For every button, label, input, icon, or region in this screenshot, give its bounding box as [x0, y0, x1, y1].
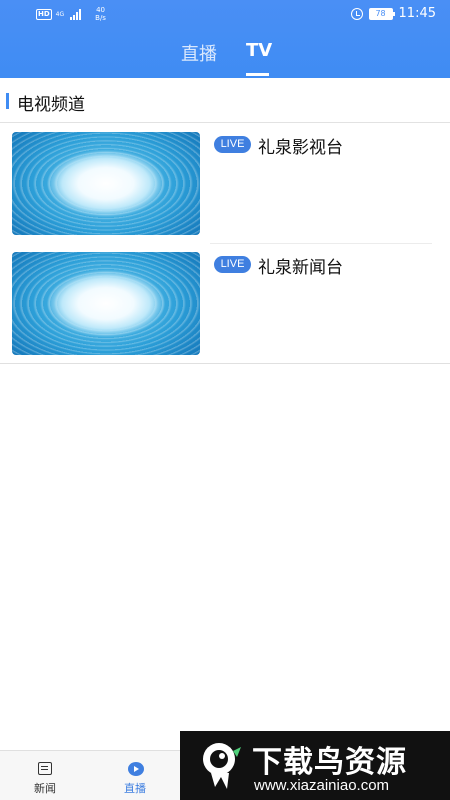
network-speed-value: 40 — [96, 6, 105, 14]
network-speed-unit: B/s — [95, 14, 106, 22]
nav-item-news[interactable]: 新闻 — [0, 751, 90, 800]
section-title: 电视频道 — [17, 95, 85, 115]
channel-item[interactable]: LIVE 礼泉新闻台 — [0, 244, 450, 364]
channel-name[interactable]: 礼泉影视台 — [258, 133, 343, 158]
news-icon — [38, 762, 52, 776]
bird-logo-icon — [203, 743, 241, 789]
nav-item-live[interactable]: 直播 — [90, 751, 180, 800]
channel-name[interactable]: 礼泉新闻台 — [258, 253, 343, 278]
signal-icon — [70, 8, 82, 20]
alarm-icon — [350, 7, 363, 20]
clock: 11:45 — [398, 6, 436, 21]
top-header: HD 4G 40 B/s 78 11:45 直播 TV — [0, 0, 450, 78]
status-left: HD 4G 40 B/s — [36, 6, 106, 22]
tab-tv[interactable]: TV — [246, 40, 272, 61]
tab-live[interactable]: 直播 — [181, 40, 217, 66]
top-tabs: 直播 TV — [0, 40, 450, 78]
active-tab-indicator — [246, 73, 269, 76]
network-speed: 40 B/s — [95, 6, 106, 22]
hd-badge: HD — [36, 8, 52, 20]
channel-thumbnail[interactable] — [12, 252, 200, 355]
nav-label: 直播 — [124, 782, 146, 795]
section-accent-bar — [6, 93, 9, 109]
watermark: 下载鸟资源 www.xiazainiao.com — [180, 731, 450, 800]
live-badge: LIVE — [214, 136, 251, 153]
nav-label: 新闻 — [34, 782, 56, 795]
channel-item[interactable]: LIVE 礼泉影视台 — [0, 124, 450, 244]
watermark-url: www.xiazainiao.com — [254, 777, 390, 794]
network-type: 4G — [55, 10, 65, 18]
status-bar: HD 4G 40 B/s 78 11:45 — [0, 0, 450, 28]
live-badge: LIVE — [214, 256, 251, 273]
play-icon — [128, 762, 144, 776]
status-right: 78 11:45 — [350, 6, 436, 21]
channel-thumbnail[interactable] — [12, 132, 200, 235]
watermark-title: 下载鸟资源 — [252, 745, 407, 780]
battery-icon: 78 — [368, 7, 395, 20]
channel-list: LIVE 礼泉影视台 LIVE 礼泉新闻台 — [0, 124, 450, 364]
